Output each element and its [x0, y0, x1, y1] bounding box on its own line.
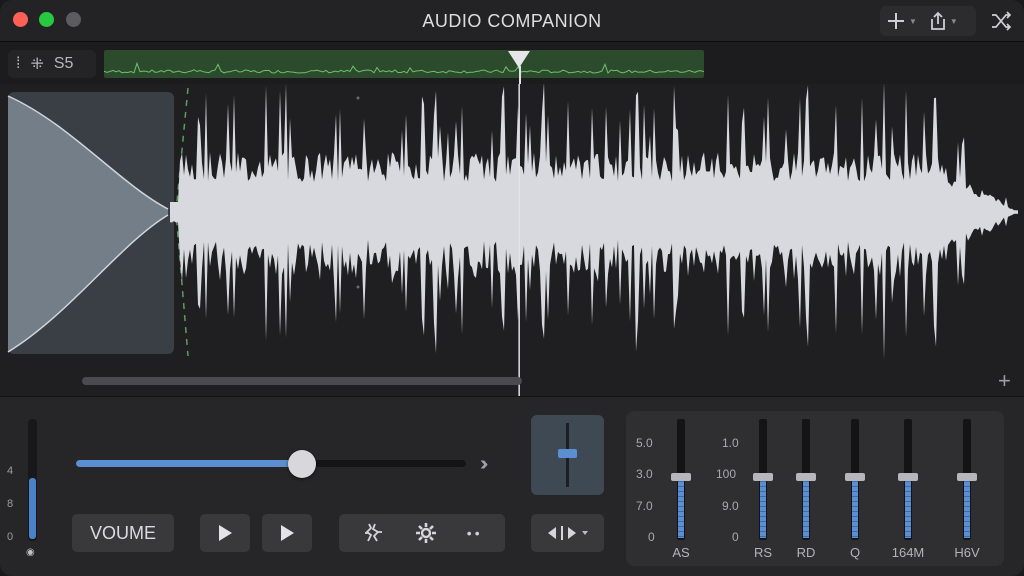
waveform-shape: [170, 84, 1018, 360]
channel-mixer: 5.0 3.0 7.0 0 1.0 100 9.0 0 AS RS RD Q 164M H…: [626, 411, 1004, 566]
share-icon: [931, 11, 945, 30]
mixer-channel-slider[interactable]: [845, 419, 865, 540]
add-track-icon[interactable]: +: [998, 368, 1011, 394]
chevron-down-icon: ▼: [949, 16, 958, 26]
mixer-channel-slider[interactable]: [898, 419, 918, 540]
mixer-scale-label: 100: [716, 467, 737, 481]
mixer-scale-label: 9.0: [722, 499, 739, 513]
mixer-channel-thumb[interactable]: [957, 473, 977, 482]
mixer-channel-slider[interactable]: [671, 419, 691, 540]
play-icon: [280, 525, 294, 541]
mixer-channel-fill: [852, 477, 858, 538]
fast-forward-icon[interactable]: ››: [480, 453, 489, 476]
mixer-channel-name: RD: [796, 545, 816, 560]
volume-button[interactable]: VOUME: [72, 514, 174, 552]
mixer-channel-thumb[interactable]: [845, 473, 865, 482]
level-meter: [28, 419, 37, 541]
plus-icon: [888, 13, 904, 29]
shuffle-icon: [992, 11, 1012, 31]
mixer-channel-slider[interactable]: [957, 419, 977, 540]
overview-trace: [104, 61, 704, 74]
mixer-channel-thumb[interactable]: [898, 473, 918, 482]
main-waveform: [7, 84, 1018, 396]
scrub-tool-button[interactable]: ⁜: [30, 54, 43, 74]
volume-slider[interactable]: [76, 450, 466, 478]
title-bar: AUDIO COMPANION ▼ ▼: [0, 0, 1024, 42]
mixer-channel-name: AS: [672, 545, 690, 560]
mixer-scale-label: 0: [732, 530, 739, 544]
level-meter-fill: [29, 477, 36, 539]
volume-slider-fill: [76, 460, 303, 467]
ruler-tools: ⁞ ⁜ S5: [8, 50, 96, 78]
mixer-scale-label: 3.0: [636, 467, 653, 481]
mixer-channel-fill: [760, 477, 766, 538]
mixer-scale-label: 0: [648, 530, 655, 544]
mixer-channel-name: H6V: [954, 545, 980, 560]
waveform-peaks: [170, 84, 1018, 360]
grid-dot: [356, 96, 360, 100]
mixer-scale-label: 1.0: [722, 436, 739, 450]
marker-tool-button[interactable]: ⁞: [16, 55, 20, 73]
mixer-channel-slider[interactable]: [796, 419, 816, 540]
eye-icon[interactable]: ◉: [26, 547, 35, 558]
fader-thumb[interactable]: [558, 449, 577, 459]
mixer-channel-fill: [964, 477, 970, 538]
master-fader[interactable]: [531, 415, 604, 495]
share-button[interactable]: ▼: [923, 6, 964, 36]
effects-icon[interactable]: [361, 521, 385, 545]
waveform-editor[interactable]: +: [0, 84, 1024, 396]
mixer-channel-thumb[interactable]: [671, 473, 691, 482]
effects-button-group: ••: [339, 514, 505, 552]
play-button[interactable]: [200, 514, 250, 552]
grid-dot: [356, 285, 360, 289]
meter-scale-label: 8: [7, 498, 14, 510]
mixer-channel-thumb[interactable]: [796, 473, 816, 482]
toolbar-group: ▼ ▼: [880, 6, 976, 36]
mixer-channel-slider[interactable]: [753, 419, 773, 540]
waveform-overview[interactable]: [104, 50, 704, 78]
mixer-channel-name: RS: [753, 545, 773, 560]
app-window: AUDIO COMPANION ▼ ▼ ⁞ ⁜ S5 + 4 8 0 ◉ ›› …: [0, 0, 1024, 576]
mixer-channel-thumb[interactable]: [753, 473, 773, 482]
more-options-icon[interactable]: ••: [467, 525, 483, 541]
routing-button[interactable]: [531, 514, 604, 552]
gear-icon[interactable]: [414, 521, 438, 545]
meter-scale-label: 0: [7, 531, 14, 543]
playhead-overview-line: [519, 66, 521, 84]
mixer-scale-label: 7.0: [636, 499, 653, 513]
shuffle-button[interactable]: [984, 6, 1018, 36]
split-channel-icon: [547, 526, 588, 540]
play-icon: [218, 525, 232, 541]
mixer-channel-fill: [905, 477, 911, 538]
meter-scale-label: 4: [7, 465, 14, 477]
mixer-channel-fill: [803, 477, 809, 538]
snap-tool-button[interactable]: S5: [54, 55, 74, 73]
mixer-scale-label: 5.0: [636, 436, 653, 450]
play-selection-button[interactable]: [262, 514, 312, 552]
mixer-channel-name: 164M: [891, 545, 925, 560]
control-panel: 4 8 0 ◉ ›› VOUME •• 5.0 3.0 7.0 0 1.0 10…: [0, 396, 1024, 576]
add-button[interactable]: ▼: [880, 6, 923, 36]
chevron-down-icon: ▼: [909, 16, 917, 26]
horizontal-scrollbar[interactable]: [82, 377, 522, 385]
mixer-channel-name: Q: [849, 545, 861, 560]
overview-waveform: [104, 61, 704, 74]
window-title: AUDIO COMPANION: [422, 11, 602, 31]
volume-slider-knob[interactable]: [288, 450, 317, 478]
mixer-channel-fill: [678, 477, 684, 538]
